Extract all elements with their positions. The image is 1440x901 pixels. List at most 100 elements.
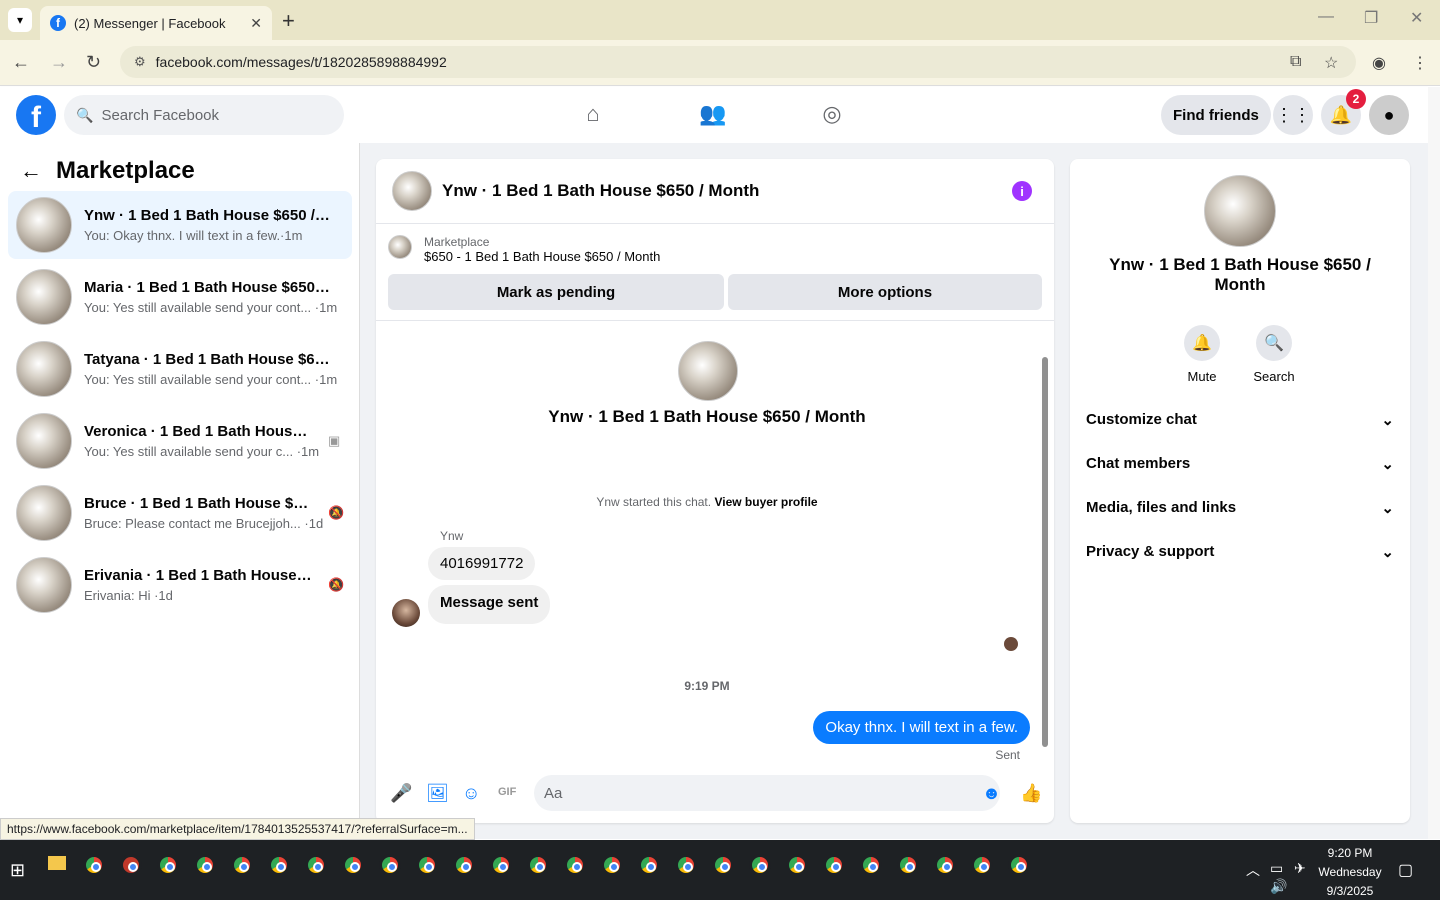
windows-start-icon[interactable]: ⊞ [10,860,25,881]
microphone-icon[interactable]: 🎤 [390,783,412,804]
chrome-icon[interactable] [971,854,993,876]
incoming-message[interactable]: Message sent [428,585,551,624]
chrome-icon[interactable] [268,854,290,876]
page-scrollbar[interactable] [1428,87,1440,839]
browser-tab-messenger[interactable]: f (2) Messenger | Facebook ✕ [40,6,272,40]
view-buyer-profile-link[interactable]: View buyer profile [714,495,817,509]
meet-now-icon[interactable]: ▭ [1270,860,1283,877]
info-name: Ynw · 1 Bed 1 Bath House $650 / Month [1109,255,1371,294]
chrome-icon[interactable] [823,854,845,876]
chat-avatar[interactable] [392,171,432,211]
privacy-support-section[interactable]: Privacy & support ⌄ [1086,543,1394,561]
close-window-icon[interactable]: ✕ [1410,8,1423,28]
chrome-icon[interactable] [934,854,956,876]
media-files-links-section[interactable]: Media, files and links ⌄ [1086,499,1394,517]
bookmark-star-icon[interactable]: ☆ [1324,53,1338,73]
conversation-preview: You: Yes still available send your cont.… [84,300,338,315]
sticker-icon[interactable]: ☺ [462,783,480,804]
photo-icon[interactable]: 🖼 [426,783,449,804]
groups-icon[interactable]: ◎ [818,101,846,129]
file-explorer-icon[interactable] [48,856,66,870]
chrome-icon[interactable] [416,854,438,876]
app-icon[interactable] [120,854,142,876]
conversation-item-erivania[interactable]: Erivania · 1 Bed 1 Bath House $6... Eriva… [8,551,352,619]
chrome-icon[interactable] [564,854,586,876]
chrome-icon[interactable] [749,854,771,876]
account-avatar[interactable]: ● [1369,95,1409,135]
search-placeholder: Search Facebook [101,106,220,124]
chrome-icon[interactable] [675,854,697,876]
thread-scrollbar[interactable] [1042,357,1048,747]
chrome-icon[interactable] [897,854,919,876]
chrome-icon[interactable] [453,854,475,876]
minimize-icon[interactable]: — [1318,8,1334,26]
chrome-icon[interactable] [712,854,734,876]
back-arrow-icon[interactable]: ← [12,52,30,73]
close-tab-icon[interactable]: ✕ [250,15,262,32]
clock-time: 9:20 PM [1327,846,1373,860]
message-input[interactable]: Aa [534,775,1000,811]
find-friends-button[interactable]: Find friends [1161,95,1271,135]
marketplace-header: ← Marketplace [20,157,195,185]
conversation-item-tatyana[interactable]: Tatyana · 1 Bed 1 Bath House $650 ... You… [8,335,352,403]
install-app-icon[interactable]: ⧉ [1290,53,1301,71]
home-icon[interactable]: ⌂ [579,101,607,129]
chrome-icon[interactable] [860,854,882,876]
outgoing-message[interactable]: Okay thnx. I will text in a few. [813,711,1030,744]
conversation-item-maria[interactable]: Maria · 1 Bed 1 Bath House $650 / ... You… [8,263,352,331]
conversation-name: Erivania · 1 Bed 1 Bath House $6... [84,567,314,584]
chrome-icon[interactable] [379,854,401,876]
thumbs-up-icon[interactable]: 👍 [1020,783,1042,804]
profile-icon[interactable]: ◉ [1372,53,1386,73]
network-icon[interactable]: ✈ [1294,860,1306,877]
chrome-icon[interactable] [786,854,808,876]
conversation-item-ynw[interactable]: Ynw · 1 Bed 1 Bath House $650 / M... You:… [8,191,352,259]
windows-taskbar: ⊞ ︿ ▭ ✈ 🔊 9:20 PM Wednesday 9/3/2025 ▢ [0,840,1440,900]
conversation-item-bruce[interactable]: Bruce · 1 Bed 1 Bath House $650... Bruce:… [8,479,352,547]
search-input[interactable]: 🔍 Search Facebook [64,95,344,135]
listing-thumbnail [16,485,72,541]
customize-chat-section[interactable]: Customize chat ⌄ [1086,411,1394,429]
chrome-icon[interactable] [638,854,660,876]
kebab-menu-icon[interactable]: ⋮ [1412,53,1428,73]
chat-title[interactable]: Ynw · 1 Bed 1 Bath House $650 / Month [442,181,759,201]
chrome-icon[interactable] [231,854,253,876]
tray-chevron-up-icon[interactable]: ︿ [1246,860,1260,880]
back-arrow-icon[interactable]: ← [20,158,42,184]
menu-grid-icon[interactable]: ⋮⋮ [1273,95,1313,135]
chrome-icon[interactable] [83,854,105,876]
chrome-icon[interactable] [490,854,512,876]
listing-banner[interactable]: Marketplace $650 - 1 Bed 1 Bath House $6… [388,235,660,264]
gif-icon[interactable]: GIF [498,786,516,798]
chrome-icon[interactable] [194,854,216,876]
tab-search-chevron-icon[interactable]: ▾ [8,8,32,32]
chat-members-section[interactable]: Chat members ⌄ [1086,455,1394,473]
conversation-item-veronica[interactable]: Veronica · 1 Bed 1 Bath House $... You: Y… [8,407,352,475]
friends-icon[interactable]: 👥 [699,101,727,129]
notification-center-icon[interactable]: ▢ [1398,860,1413,880]
chrome-icon[interactable] [601,854,623,876]
taskbar-clock[interactable]: 9:20 PM Wednesday 9/3/2025 [1318,844,1382,901]
restore-icon[interactable]: ❐ [1364,8,1378,28]
chrome-icon[interactable] [305,854,327,876]
chrome-icon[interactable] [342,854,364,876]
chrome-icon[interactable] [1008,854,1030,876]
mark-as-pending-button[interactable]: Mark as pending [388,274,724,310]
info-icon[interactable]: i [1012,181,1032,201]
more-options-button[interactable]: More options [728,274,1042,310]
reload-icon[interactable]: ↻ [86,52,101,73]
sender-avatar[interactable] [392,599,420,627]
mute-button[interactable]: 🔔 Mute [1172,325,1232,384]
address-bar[interactable]: ⚙ facebook.com/messages/t/18202858988849… [120,46,1356,78]
chrome-icon[interactable] [157,854,179,876]
chrome-icon[interactable] [527,854,549,876]
new-tab-plus-icon[interactable]: + [282,8,302,34]
forward-arrow-icon[interactable]: → [50,52,68,73]
site-info-icon[interactable]: ⚙ [134,54,146,70]
incoming-message[interactable]: 4016991772 [428,547,536,580]
emoji-icon[interactable]: ☻ [982,783,1001,804]
volume-icon[interactable]: 🔊 [1270,878,1287,895]
search-button[interactable]: 🔍 Search [1244,325,1304,384]
search-icon: 🔍 [76,106,94,123]
facebook-logo-icon[interactable]: f [16,95,56,135]
